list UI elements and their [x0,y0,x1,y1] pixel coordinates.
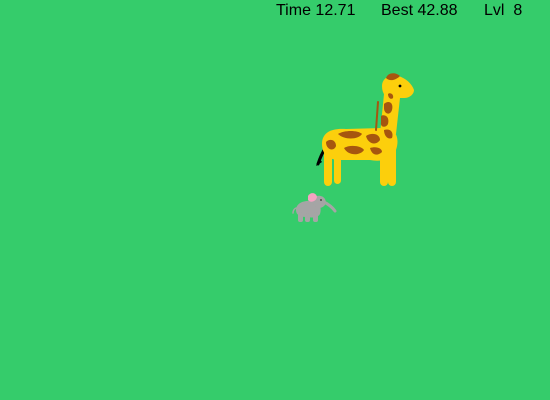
time-display: Time 12.71 [276,1,355,21]
game-stage[interactable]: Time 12.71 Best 42.88 Lvl 8 [0,0,550,400]
level-value: 8 [513,2,523,19]
level-display: Lvl 8 [484,1,522,21]
best-value: 42.88 [417,2,458,19]
best-time-display: Best 42.88 [381,1,458,21]
best-label: Best [381,2,414,19]
level-label: Lvl [484,2,505,19]
time-label: Time [276,2,311,19]
time-value: 12.71 [315,2,356,19]
elephant-icon[interactable] [292,190,338,226]
giraffe-icon[interactable] [310,72,420,190]
